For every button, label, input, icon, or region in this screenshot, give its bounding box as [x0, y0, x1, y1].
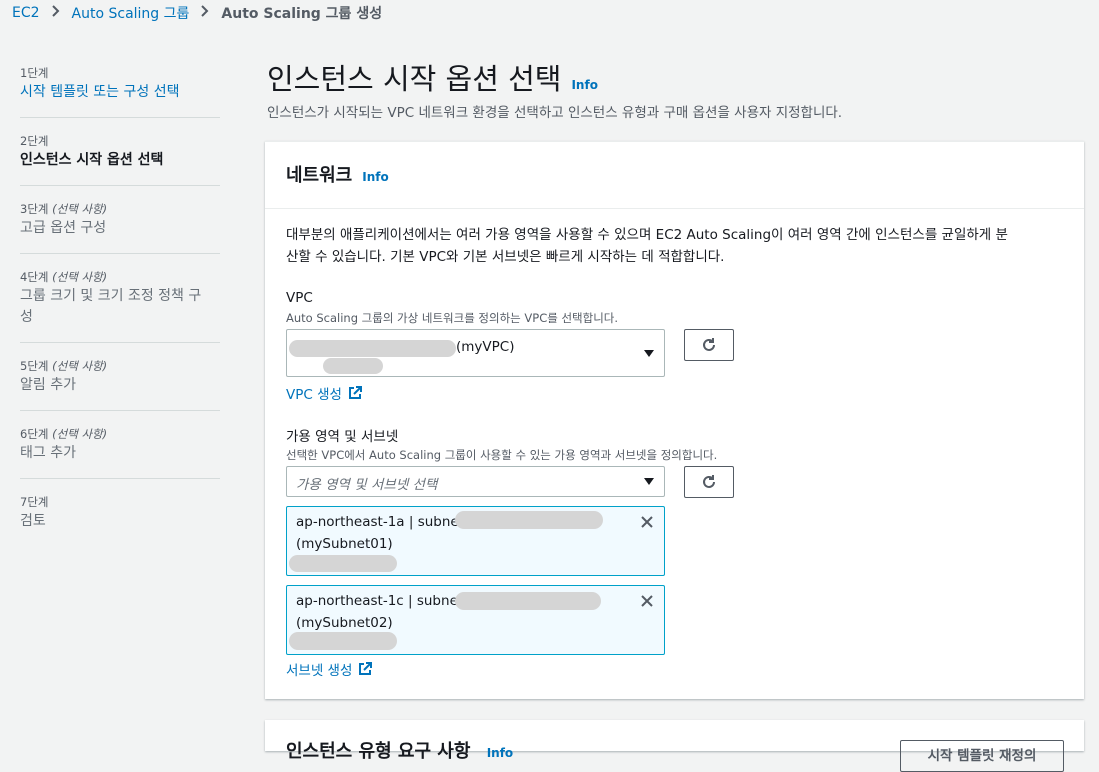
step-7: 7단계 검토 [20, 491, 220, 546]
chevron-right-icon [51, 5, 60, 21]
step-1: 1단계 시작 템플릿 또는 구성 선택 [20, 62, 220, 118]
step-number: 6단계 (선택 사항) [20, 426, 220, 442]
step-number: 4단계 (선택 사항) [20, 269, 220, 285]
step-number-label: 5단계 [20, 359, 49, 373]
breadcrumb: EC2 Auto Scaling 그룹 Auto Scaling 그룹 생성 [12, 3, 382, 23]
step-7-title: 검토 [20, 513, 46, 529]
step-4-title-line2: 성 [20, 309, 33, 325]
step-4-title: 그룹 크기 및 크기 조정 정책 구성 [20, 286, 220, 328]
chevron-right-icon [201, 5, 209, 21]
refresh-vpc-button[interactable] [684, 329, 734, 361]
vpc-sublabel: Auto Scaling 그룹의 가상 네트워크를 정의하는 VPC를 선택합니… [286, 311, 619, 325]
external-link-icon [348, 386, 362, 399]
redacted-vpc-cidr [323, 358, 383, 374]
step-4: 4단계 (선택 사항) 그룹 크기 및 크기 조정 정책 구성 [20, 266, 220, 343]
vpc-label: VPC [286, 290, 313, 306]
step-6: 6단계 (선택 사항) 태그 추가 [20, 423, 220, 479]
optional-label: (선택 사항) [52, 427, 108, 441]
step-2: 2단계 인스턴스 시작 옵션 선택 [20, 130, 220, 186]
subnet-token-az: ap-northeast-1c | subnet [296, 593, 464, 609]
step-1-link[interactable]: 시작 템플릿 또는 구성 선택 [20, 82, 220, 103]
external-link-icon [359, 662, 373, 675]
subnet-token-name: (mySubnet02) [296, 615, 393, 631]
create-subnet-link[interactable]: 서브넷 생성 [286, 659, 373, 679]
description-line-1: 대부분의 애플리케이션에서는 여러 가용 영역을 사용할 수 있으며 EC2 A… [286, 227, 1008, 243]
refresh-icon [703, 475, 715, 488]
step-number-label: 3단계 [20, 202, 49, 216]
create-vpc-link[interactable]: VPC 생성 [286, 383, 362, 403]
refresh-subnets-button[interactable] [684, 466, 734, 498]
page-description: 인스턴스가 시작되는 VPC 네트워크 환경을 선택하고 인스턴스 유형과 구매… [267, 105, 843, 121]
page-title-text: 인스턴스 시작 옵션 선택 [267, 62, 562, 96]
subnet-token-az: ap-northeast-1a | subnet [296, 514, 465, 530]
panel-title: 네트워크 Info [286, 161, 389, 187]
step-3: 3단계 (선택 사항) 고급 옵션 구성 [20, 198, 220, 254]
optional-label: (선택 사항) [52, 270, 108, 284]
subnet-select-placeholder: 가용 영역 및 서브넷 선택 [296, 477, 438, 493]
step-5: 5단계 (선택 사항) 알림 추가 [20, 355, 220, 411]
step-4-title-line1: 그룹 크기 및 크기 조정 정책 구 [20, 288, 202, 304]
remove-token-icon[interactable] [640, 515, 654, 529]
subnet-token: ap-northeast-1c | subnet (mySubnet02) [286, 585, 665, 655]
breadcrumb-ec2[interactable]: EC2 [12, 5, 40, 21]
step-number-label: 6단계 [20, 427, 49, 441]
network-description: 대부분의 애플리케이션에서는 여러 가용 영역을 사용할 수 있으며 EC2 A… [286, 224, 1076, 268]
info-link[interactable]: Info [362, 170, 388, 184]
create-subnet-label: 서브넷 생성 [286, 663, 353, 679]
override-launch-template-button[interactable]: 시작 템플릿 재정의 [900, 740, 1064, 772]
step-number: 2단계 [20, 134, 49, 148]
step-number: 1단계 [20, 66, 49, 80]
step-number: 3단계 (선택 사항) [20, 201, 220, 217]
step-5-title: 알림 추가 [20, 377, 76, 393]
step-2-current: 인스턴스 시작 옵션 선택 [20, 152, 164, 168]
optional-label: (선택 사항) [52, 202, 108, 216]
description-line-2: 산할 수 있습니다. 기본 VPC와 기본 서브넷은 빠르게 시작하는 데 적합… [286, 249, 725, 265]
step-number: 7단계 [20, 495, 49, 509]
redacted-subnet-cidr [289, 555, 397, 572]
redacted-vpc-id [289, 340, 456, 357]
redacted-subnet-id [455, 592, 601, 610]
vpc-select[interactable]: (myVPC) [286, 329, 665, 377]
caret-down-icon [644, 478, 654, 485]
step-number-label: 4단계 [20, 270, 49, 284]
redacted-subnet-id [455, 511, 603, 529]
subnets-label: 가용 영역 및 서브넷 [286, 429, 399, 445]
step-number: 5단계 (선택 사항) [20, 358, 220, 374]
subnet-token: ap-northeast-1a | subnet (mySubnet01) [286, 506, 665, 576]
breadcrumb-auto-scaling-groups[interactable]: Auto Scaling 그룹 [72, 3, 190, 23]
create-vpc-label: VPC 생성 [286, 387, 342, 403]
info-link[interactable]: Info [571, 78, 597, 92]
instance-type-panel: 인스턴스 유형 요구 사항 Info 시작 템플릿 재정의 [265, 720, 1084, 772]
optional-label: (선택 사항) [52, 359, 108, 373]
network-panel: 네트워크 Info 대부분의 애플리케이션에서는 여러 가용 영역을 사용할 수… [265, 141, 1084, 699]
vpc-selected-name: (myVPC) [456, 339, 515, 355]
step-3-title: 고급 옵션 구성 [20, 220, 107, 236]
redacted-subnet-cidr [289, 632, 397, 650]
page-title: 인스턴스 시작 옵션 선택 Info [267, 56, 598, 98]
step-6-title: 태그 추가 [20, 445, 76, 461]
info-link[interactable]: Info [487, 746, 513, 760]
caret-down-icon [644, 350, 654, 357]
panel-title-text: 인스턴스 유형 요구 사항 [286, 741, 471, 762]
wizard-steps-nav: 1단계 시작 템플릿 또는 구성 선택 2단계 인스턴스 시작 옵션 선택 3단… [20, 62, 220, 558]
panel-title: 인스턴스 유형 요구 사항 Info [286, 737, 513, 763]
refresh-icon [703, 338, 715, 351]
subnet-token-name: (mySubnet01) [296, 536, 393, 552]
panel-title-text: 네트워크 [286, 165, 353, 186]
subnet-select[interactable]: 가용 영역 및 서브넷 선택 [286, 466, 665, 497]
subnets-sublabel: 선택한 VPC에서 Auto Scaling 그룹이 사용할 수 있는 가용 영… [286, 448, 718, 462]
remove-token-icon[interactable] [640, 594, 654, 608]
panel-header: 네트워크 Info [265, 142, 1084, 209]
breadcrumb-current: Auto Scaling 그룹 생성 [221, 6, 383, 22]
